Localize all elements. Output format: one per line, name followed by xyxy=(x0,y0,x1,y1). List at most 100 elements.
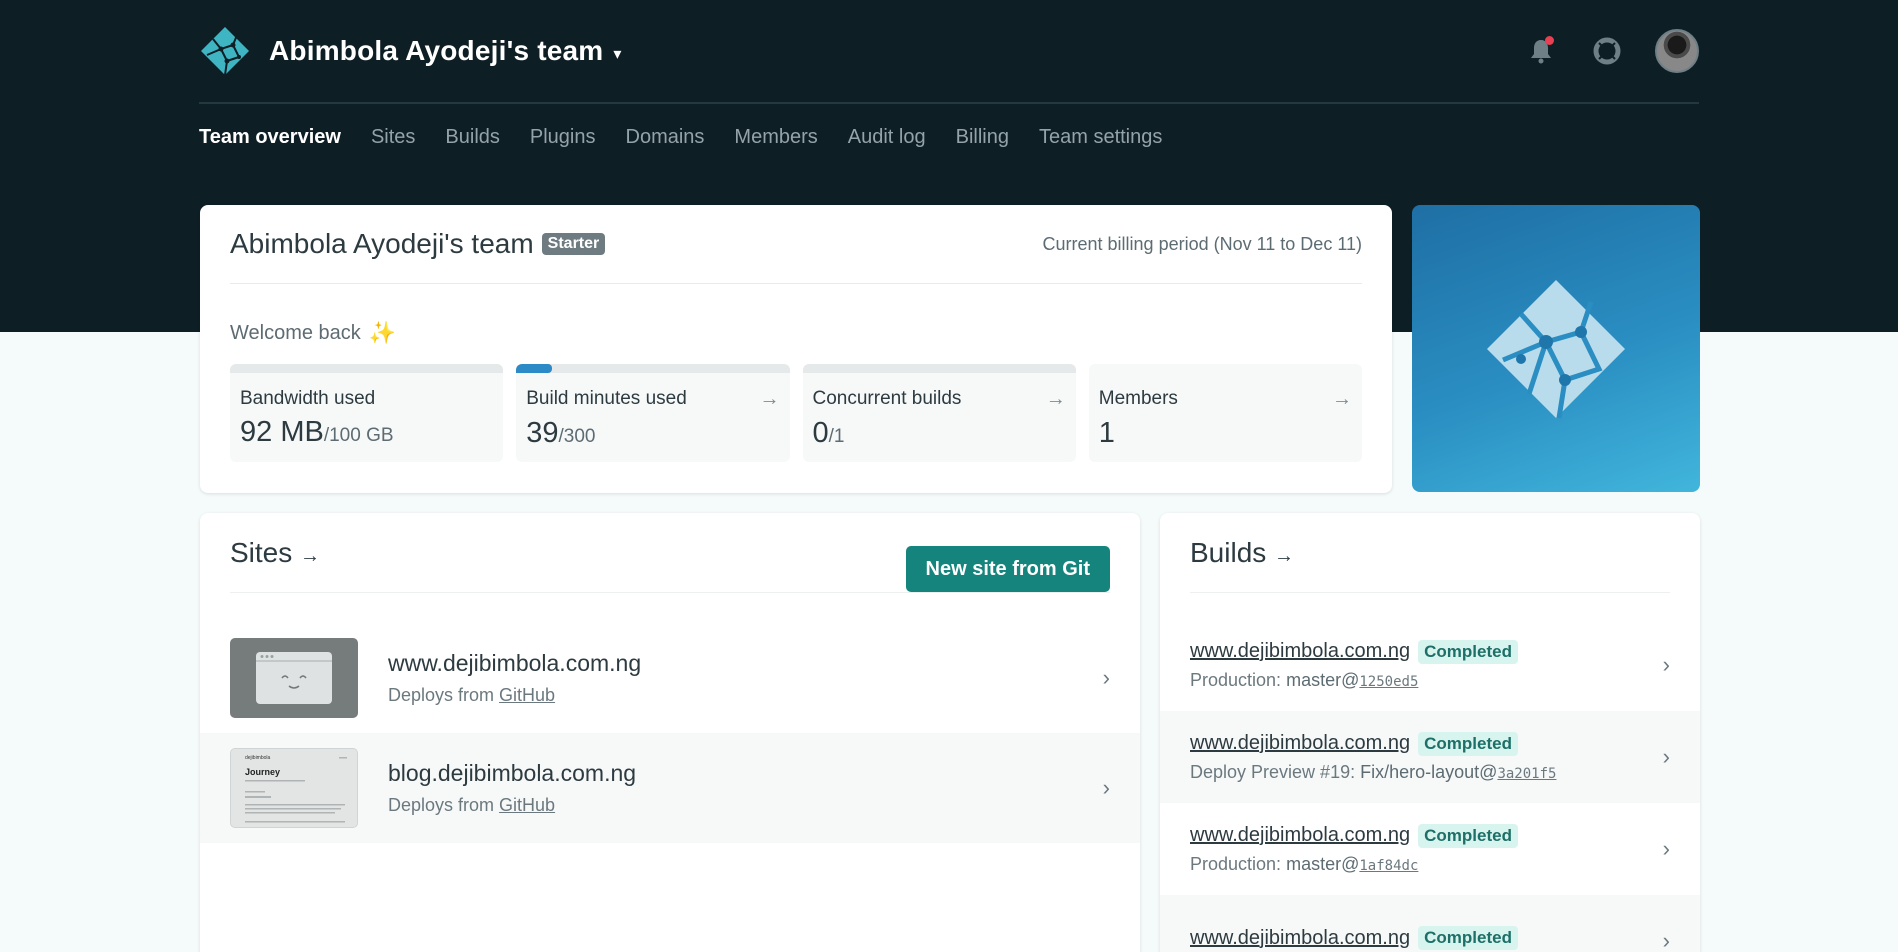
chevron-right-icon: › xyxy=(1662,836,1670,861)
tab-billing[interactable]: Billing xyxy=(956,126,1009,156)
plan-badge: Starter xyxy=(541,233,606,255)
stat-limit: /100 GB xyxy=(323,425,394,446)
stat-label: Members xyxy=(1098,388,1178,409)
arrow-right-icon: → xyxy=(1045,388,1066,410)
tab-members[interactable]: Members xyxy=(734,126,817,156)
new-site-from-git-button[interactable]: New site from Git xyxy=(905,546,1110,592)
arrow-right-icon: → xyxy=(1274,544,1295,567)
build-context: Production: xyxy=(1190,669,1282,690)
stat-concurrent-builds[interactable]: Concurrent builds → 0/1 xyxy=(802,364,1076,462)
thumb-heading: Journey xyxy=(245,767,280,777)
site-name: www.dejibimbola.com.ng xyxy=(388,650,642,676)
builds-card: Builds → www.dejibimbola.com.ng Completed… xyxy=(1160,513,1700,952)
site-row[interactable]: www.dejibimbola.com.ng Deploys from GitH… xyxy=(200,623,1140,733)
build-site-name: www.dejibimbola.com.ng xyxy=(1190,926,1411,949)
notification-dot xyxy=(1545,36,1554,45)
tab-builds[interactable]: Builds xyxy=(445,126,499,156)
blog-preview-image: dejibimbola Journey xyxy=(231,749,357,827)
stat-label: Build minutes used xyxy=(526,388,687,409)
build-details: Production: master@1af84dc xyxy=(1190,854,1700,875)
team-overview-card: Abimbola Ayodeji's team Starter Current … xyxy=(200,205,1392,493)
site-deploy-source: Deploys from GitHub xyxy=(388,795,636,816)
team-name: Abimbola Ayodeji's team xyxy=(269,35,604,66)
builds-title-text: Builds xyxy=(1190,536,1267,568)
team-switcher[interactable]: Abimbola Ayodeji's team ▾ xyxy=(199,25,621,77)
tab-sites[interactable]: Sites xyxy=(371,126,415,156)
stat-limit: /300 xyxy=(558,426,596,447)
stat-bandwidth: Bandwidth used 92 MB/100 GB xyxy=(230,364,504,462)
support-button[interactable] xyxy=(1589,33,1625,69)
netlify-logo-icon xyxy=(201,27,249,76)
stat-members[interactable]: Members → 1 xyxy=(1088,364,1362,462)
stat-value: 0 xyxy=(812,417,829,449)
arrow-right-icon: → xyxy=(1332,388,1352,410)
deploys-from-text: Deploys from xyxy=(388,795,500,815)
build-row[interactable]: www.dejibimbola.com.ng Completed Producti… xyxy=(1160,619,1700,711)
team-nav: Team overview Sites Builds Plugins Domai… xyxy=(199,126,1162,156)
stat-limit: /1 xyxy=(828,426,845,447)
usage-stats: Bandwidth used 92 MB/100 GB Build minute… xyxy=(230,364,1362,462)
sparkle-icon: ✨ xyxy=(368,320,397,345)
builds-header: Builds → xyxy=(1190,513,1670,593)
chevron-right-icon: › xyxy=(1102,775,1110,800)
build-row[interactable]: www.dejibimbola.com.ng Completed › xyxy=(1160,895,1700,952)
netlify-logo-icon xyxy=(1487,279,1625,418)
stat-value: 92 MB xyxy=(240,416,324,448)
commit-sha-link[interactable]: 3a201f5 xyxy=(1497,766,1556,782)
tab-team-overview[interactable]: Team overview xyxy=(199,126,341,156)
build-row[interactable]: www.dejibimbola.com.ng Completed Producti… xyxy=(1160,803,1700,895)
build-row[interactable]: www.dejibimbola.com.ng Completed Deploy P… xyxy=(1160,711,1700,803)
commit-sha-link[interactable]: 1af84dc xyxy=(1359,858,1418,874)
site-thumbnail: dejibimbola Journey xyxy=(230,748,358,828)
placeholder-browser-icon xyxy=(256,652,332,704)
site-info: www.dejibimbola.com.ng Deploys from GitH… xyxy=(388,650,641,706)
tab-team-settings[interactable]: Team settings xyxy=(1039,126,1162,156)
site-name: blog.dejibimbola.com.ng xyxy=(388,760,637,786)
stat-value: 1 xyxy=(1098,417,1115,449)
chevron-right-icon: › xyxy=(1662,652,1670,677)
build-ref: master@ xyxy=(1286,853,1360,874)
tab-plugins[interactable]: Plugins xyxy=(530,126,596,156)
tab-audit-log[interactable]: Audit log xyxy=(848,126,926,156)
stat-build-minutes[interactable]: Build minutes used → 39/300 xyxy=(516,364,790,462)
site-row[interactable]: dejibimbola Journey blog.dejibimbola.com… xyxy=(200,733,1140,843)
chevron-right-icon: › xyxy=(1102,665,1110,690)
build-ref: Fix/hero-layout@ xyxy=(1360,761,1498,782)
arrow-right-icon: → xyxy=(759,388,780,410)
sites-title-text: Sites xyxy=(230,536,293,568)
deploys-from-text: Deploys from xyxy=(388,685,500,705)
progress-track xyxy=(516,364,790,373)
avatar[interactable] xyxy=(1655,29,1699,73)
chevron-down-icon: ▾ xyxy=(613,46,622,63)
progress-fill xyxy=(516,364,552,373)
build-site-name: www.dejibimbola.com.ng xyxy=(1190,640,1411,662)
build-details: Deploy Preview #19: Fix/hero-layout@3a20… xyxy=(1190,762,1700,783)
welcome-message: Welcome back ✨ xyxy=(230,320,396,346)
netlify-logo-card xyxy=(1412,205,1700,492)
progress-track xyxy=(230,364,504,373)
sites-card: Sites → New site from Git www.dejibimbol… xyxy=(200,513,1140,952)
overview-header: Abimbola Ayodeji's team Starter Current … xyxy=(230,205,1362,284)
commit-sha-link[interactable]: 1250ed5 xyxy=(1359,674,1418,690)
status-badge: Completed xyxy=(1418,823,1518,848)
thumb-brand: dejibimbola xyxy=(245,755,271,761)
notifications-button[interactable] xyxy=(1523,33,1559,69)
stat-label: Concurrent builds xyxy=(812,388,962,409)
build-context: Production: xyxy=(1190,853,1282,874)
chevron-right-icon: › xyxy=(1662,928,1670,952)
top-bar: Abimbola Ayodeji's team ▾ xyxy=(199,0,1699,104)
stat-label: Bandwidth used xyxy=(240,388,376,409)
site-deploy-source: Deploys from GitHub xyxy=(388,685,641,706)
overview-title: Abimbola Ayodeji's team xyxy=(230,228,534,259)
smile-face-icon xyxy=(256,655,332,689)
builds-title[interactable]: Builds → xyxy=(1190,537,1294,569)
site-info: blog.dejibimbola.com.ng Deploys from Git… xyxy=(388,760,636,816)
build-details: Production: master@1250ed5 xyxy=(1190,670,1700,691)
github-link[interactable]: GitHub xyxy=(499,685,555,705)
tab-domains[interactable]: Domains xyxy=(626,126,705,156)
sites-title[interactable]: Sites → xyxy=(230,537,320,569)
build-site-name: www.dejibimbola.com.ng xyxy=(1190,732,1411,754)
github-link[interactable]: GitHub xyxy=(499,795,555,815)
stat-value: 39 xyxy=(526,417,559,449)
build-context: Deploy Preview #19: xyxy=(1190,761,1356,782)
